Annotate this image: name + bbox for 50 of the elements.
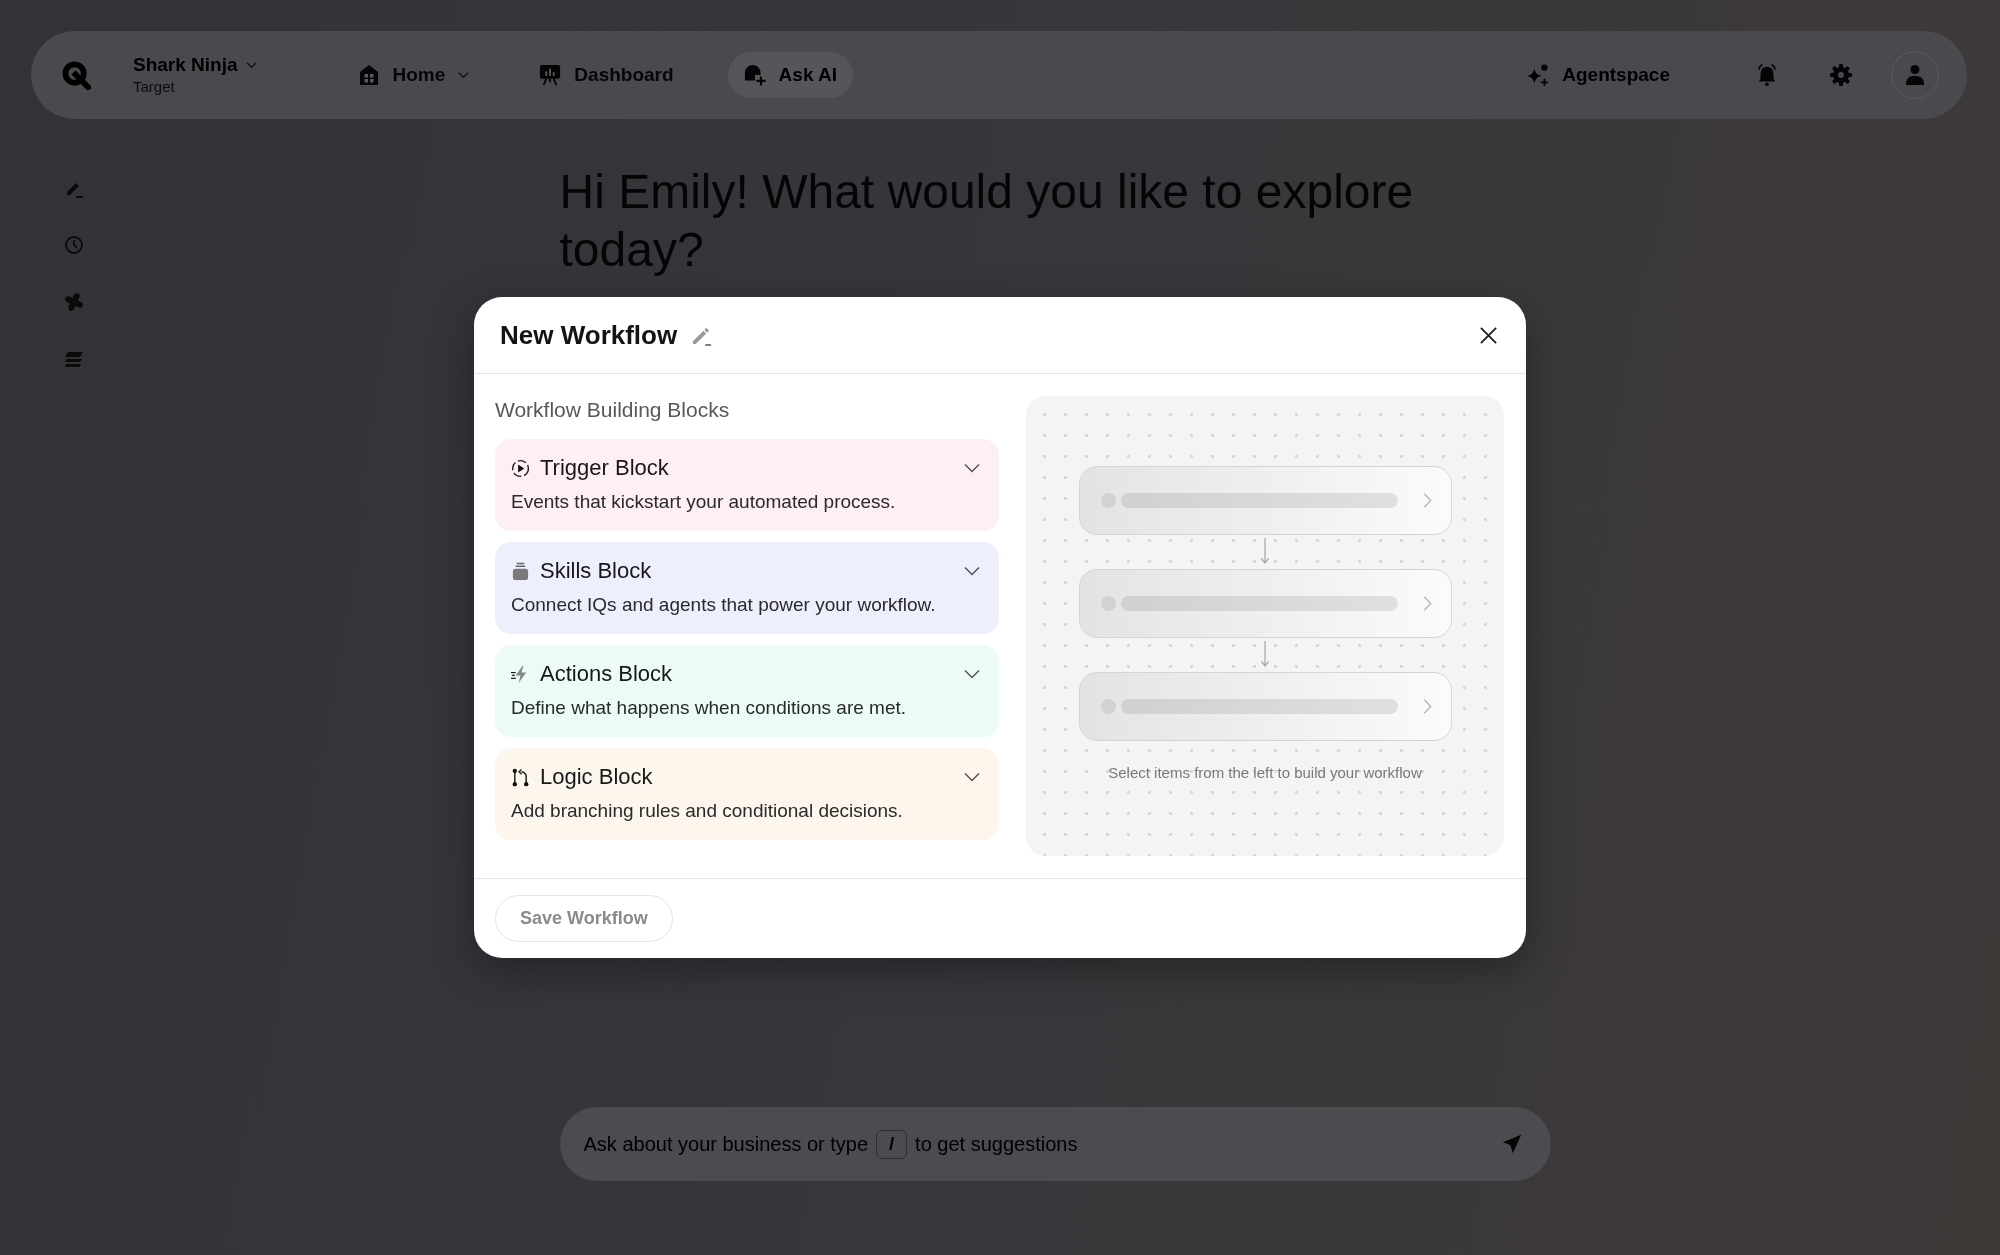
pinwheel-icon[interactable] bbox=[64, 292, 84, 312]
branch-icon bbox=[511, 767, 530, 787]
bell-icon[interactable] bbox=[1755, 63, 1779, 87]
org-switcher[interactable]: Shark Ninja bbox=[133, 54, 257, 76]
section-title: Workflow Building Blocks bbox=[495, 397, 731, 423]
nav-tab[interactable]: Ask AI bbox=[727, 52, 854, 98]
layers-icon[interactable] bbox=[64, 349, 84, 369]
presentation-board-icon bbox=[539, 64, 562, 86]
close-icon[interactable] bbox=[1479, 325, 1498, 345]
dialog-title: New Workflow bbox=[500, 319, 678, 351]
block-title: Logic Block bbox=[540, 763, 653, 791]
settings-icon[interactable] bbox=[1829, 63, 1853, 87]
chat-bubble-plus-icon bbox=[743, 64, 766, 86]
block-description: Events that kickstart your automated process. bbox=[511, 490, 897, 514]
down-arrow-icon bbox=[1260, 641, 1270, 667]
agentspace-button[interactable]: Agentspace bbox=[1526, 63, 1670, 87]
shortcut-key: / bbox=[876, 1129, 908, 1159]
block-title: Trigger Block bbox=[540, 454, 669, 482]
chevron-down-icon[interactable] bbox=[964, 463, 980, 473]
building-block-card[interactable]: Logic Block Add branching rules and conditional decisions. bbox=[495, 748, 999, 840]
chevron-down-icon[interactable] bbox=[964, 566, 980, 576]
building-block-card[interactable]: Actions Block Define what happens when conditions are met. bbox=[495, 645, 999, 737]
play-circle-icon bbox=[511, 458, 530, 478]
chevron-down-icon[interactable] bbox=[964, 772, 980, 782]
chevron-right-icon bbox=[1422, 492, 1432, 509]
logo-icon bbox=[62, 60, 91, 90]
user-icon bbox=[1905, 64, 1925, 86]
nav-tab[interactable]: Home bbox=[341, 52, 486, 98]
down-arrow-icon bbox=[1260, 538, 1270, 564]
chevron-down-icon[interactable] bbox=[964, 669, 980, 679]
building-block-card[interactable]: Skills Block Connect IQs and agents that power your workflow. bbox=[495, 542, 999, 634]
chevron-down-icon bbox=[245, 61, 257, 69]
block-description: Add branching rules and conditional decisions. bbox=[511, 799, 904, 823]
clock-icon[interactable] bbox=[64, 235, 84, 255]
prompt-input-field[interactable]: Ask about your business or type / to get suggestions bbox=[559, 1107, 1551, 1181]
building-icon bbox=[357, 64, 380, 86]
block-title: Actions Block bbox=[540, 660, 673, 688]
placeholder-text: Ask about your business or type bbox=[583, 1132, 869, 1156]
sparkle-icon bbox=[1526, 63, 1551, 87]
building-block-card[interactable]: Trigger Block Events that kickstart your automated process. bbox=[495, 439, 999, 531]
jar-icon bbox=[511, 561, 530, 581]
org-subtitle: Target bbox=[133, 78, 176, 96]
placeholder-text: to get suggestions bbox=[915, 1132, 1078, 1156]
block-title: Skills Block bbox=[540, 557, 652, 585]
block-description: Connect IQs and agents that power your workflow. bbox=[511, 593, 937, 617]
canvas-caption: Select items from the left to build your workflow bbox=[1108, 764, 1422, 782]
nav-tab[interactable]: Dashboard bbox=[523, 52, 690, 98]
chevron-right-icon bbox=[1422, 595, 1432, 612]
chevron-right-icon bbox=[1422, 698, 1432, 715]
block-description: Define what happens when conditions are met. bbox=[511, 696, 908, 720]
